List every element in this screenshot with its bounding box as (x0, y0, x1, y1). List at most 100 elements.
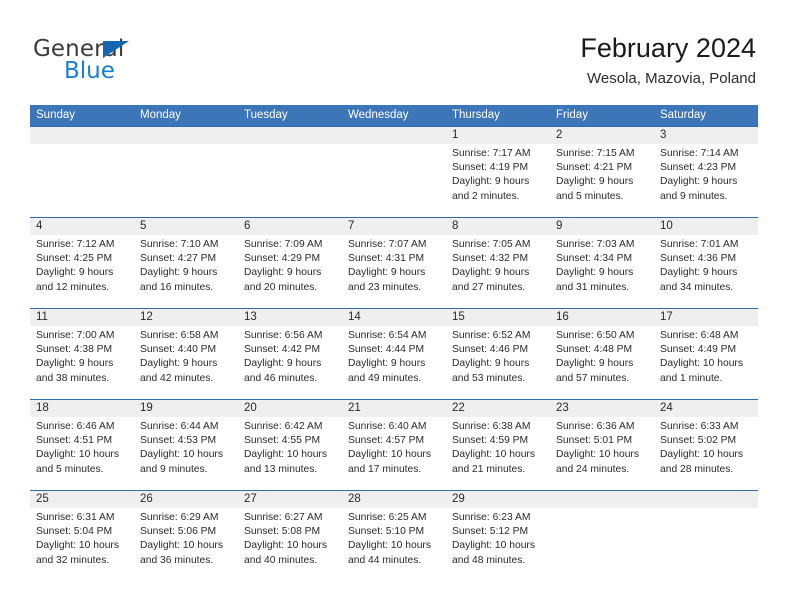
day-number: 20 (244, 402, 257, 414)
daylight-text: Daylight: 9 hours (660, 267, 738, 279)
day-details: Sunrise: 7:00 AM Sunset: 4:38 PM Dayligh… (36, 329, 128, 386)
day-number: 4 (36, 220, 43, 232)
daylight-text: Daylight: 10 hours (36, 540, 119, 552)
day-cell[interactable] (238, 127, 342, 217)
sunset-text: Sunset: 4:19 PM (452, 162, 529, 174)
day-details: Sunrise: 7:14 AM Sunset: 4:23 PM Dayligh… (660, 147, 752, 204)
day-cell[interactable]: 29 Sunrise: 6:23 AM Sunset: 5:12 PM Dayl… (446, 491, 550, 581)
daylight-text-cont: and 5 minutes. (36, 463, 104, 475)
day-details: Sunrise: 6:36 AM Sunset: 5:01 PM Dayligh… (556, 420, 648, 477)
sunset-text: Sunset: 5:08 PM (244, 526, 321, 538)
title-block: February 2024 Wesola, Mazovia, Poland (580, 32, 756, 90)
sunset-text: Sunset: 4:42 PM (244, 344, 321, 356)
day-cell[interactable]: 28 Sunrise: 6:25 AM Sunset: 5:10 PM Dayl… (342, 491, 446, 581)
day-number: 18 (36, 402, 49, 414)
sunrise-text: Sunrise: 7:14 AM (660, 148, 739, 159)
sunset-text: Sunset: 4:31 PM (348, 253, 425, 265)
day-cell[interactable]: 9 Sunrise: 7:03 AM Sunset: 4:34 PM Dayli… (550, 218, 654, 308)
triangle-icon (103, 41, 129, 58)
day-cell[interactable]: 16 Sunrise: 6:50 AM Sunset: 4:48 PM Dayl… (550, 309, 654, 399)
sunrise-text: Sunrise: 6:27 AM (244, 512, 323, 523)
daylight-text-cont: and 21 minutes. (452, 463, 526, 475)
day-cell[interactable]: 13 Sunrise: 6:56 AM Sunset: 4:42 PM Dayl… (238, 309, 342, 399)
day-cell[interactable]: 26 Sunrise: 6:29 AM Sunset: 5:06 PM Dayl… (134, 491, 238, 581)
day-cell[interactable]: 2 Sunrise: 7:15 AM Sunset: 4:21 PM Dayli… (550, 127, 654, 217)
day-cell[interactable] (342, 127, 446, 217)
day-cell[interactable]: 24 Sunrise: 6:33 AM Sunset: 5:02 PM Dayl… (654, 400, 758, 490)
sunset-text: Sunset: 4:51 PM (36, 435, 113, 447)
daylight-text: Daylight: 9 hours (36, 358, 114, 370)
daylight-text: Daylight: 9 hours (452, 176, 530, 188)
day-cell[interactable] (654, 491, 758, 581)
day-cell[interactable] (134, 127, 238, 217)
daylight-text-cont: and 48 minutes. (452, 554, 526, 566)
day-details: Sunrise: 7:09 AM Sunset: 4:29 PM Dayligh… (244, 238, 336, 295)
sunset-text: Sunset: 4:49 PM (660, 344, 737, 356)
sunset-text: Sunset: 4:38 PM (36, 344, 113, 356)
day-cell[interactable]: 23 Sunrise: 6:36 AM Sunset: 5:01 PM Dayl… (550, 400, 654, 490)
day-cell[interactable]: 6 Sunrise: 7:09 AM Sunset: 4:29 PM Dayli… (238, 218, 342, 308)
day-cell[interactable] (550, 491, 654, 581)
daylight-text-cont: and 49 minutes. (348, 372, 422, 384)
day-cell[interactable]: 15 Sunrise: 6:52 AM Sunset: 4:46 PM Dayl… (446, 309, 550, 399)
sunset-text: Sunset: 4:23 PM (660, 162, 737, 174)
daylight-text: Daylight: 10 hours (348, 449, 431, 461)
day-cell[interactable]: 7 Sunrise: 7:07 AM Sunset: 4:31 PM Dayli… (342, 218, 446, 308)
sunrise-text: Sunrise: 6:44 AM (140, 421, 219, 432)
sunrise-text: Sunrise: 7:12 AM (36, 239, 115, 250)
sunrise-text: Sunrise: 7:00 AM (36, 330, 115, 341)
day-number: 28 (348, 493, 361, 505)
day-cell[interactable]: 4 Sunrise: 7:12 AM Sunset: 4:25 PM Dayli… (30, 218, 134, 308)
weekday-tuesday: Tuesday (244, 109, 288, 121)
daylight-text-cont: and 53 minutes. (452, 372, 526, 384)
day-details: Sunrise: 6:44 AM Sunset: 4:53 PM Dayligh… (140, 420, 232, 477)
day-number: 13 (244, 311, 257, 323)
day-cell[interactable]: 17 Sunrise: 6:48 AM Sunset: 4:49 PM Dayl… (654, 309, 758, 399)
day-cell[interactable]: 19 Sunrise: 6:44 AM Sunset: 4:53 PM Dayl… (134, 400, 238, 490)
daylight-text: Daylight: 10 hours (36, 449, 119, 461)
day-details: Sunrise: 6:56 AM Sunset: 4:42 PM Dayligh… (244, 329, 336, 386)
weekday-header-row: Sunday Monday Tuesday Wednesday Thursday… (30, 105, 758, 126)
day-cell[interactable]: 14 Sunrise: 6:54 AM Sunset: 4:44 PM Dayl… (342, 309, 446, 399)
sunrise-text: Sunrise: 6:50 AM (556, 330, 635, 341)
day-number: 16 (556, 311, 569, 323)
day-details: Sunrise: 6:25 AM Sunset: 5:10 PM Dayligh… (348, 511, 440, 568)
day-details: Sunrise: 6:40 AM Sunset: 4:57 PM Dayligh… (348, 420, 440, 477)
day-details: Sunrise: 7:01 AM Sunset: 4:36 PM Dayligh… (660, 238, 752, 295)
day-cell[interactable]: 10 Sunrise: 7:01 AM Sunset: 4:36 PM Dayl… (654, 218, 758, 308)
sunrise-text: Sunrise: 7:15 AM (556, 148, 635, 159)
day-cell[interactable]: 22 Sunrise: 6:38 AM Sunset: 4:59 PM Dayl… (446, 400, 550, 490)
sunset-text: Sunset: 5:04 PM (36, 526, 113, 538)
day-number: 21 (348, 402, 361, 414)
daylight-text: Daylight: 10 hours (140, 540, 223, 552)
brand-logo[interactable]: General Blue (33, 36, 253, 92)
day-cell[interactable]: 20 Sunrise: 6:42 AM Sunset: 4:55 PM Dayl… (238, 400, 342, 490)
daylight-text: Daylight: 9 hours (244, 267, 322, 279)
day-cell[interactable]: 5 Sunrise: 7:10 AM Sunset: 4:27 PM Dayli… (134, 218, 238, 308)
sunrise-text: Sunrise: 7:10 AM (140, 239, 219, 250)
daylight-text-cont: and 28 minutes. (660, 463, 734, 475)
day-cell[interactable]: 12 Sunrise: 6:58 AM Sunset: 4:40 PM Dayl… (134, 309, 238, 399)
sunset-text: Sunset: 4:25 PM (36, 253, 113, 265)
day-cell[interactable]: 3 Sunrise: 7:14 AM Sunset: 4:23 PM Dayli… (654, 127, 758, 217)
day-cell[interactable]: 21 Sunrise: 6:40 AM Sunset: 4:57 PM Dayl… (342, 400, 446, 490)
day-cell[interactable]: 11 Sunrise: 7:00 AM Sunset: 4:38 PM Dayl… (30, 309, 134, 399)
sunrise-text: Sunrise: 7:05 AM (452, 239, 531, 250)
daylight-text-cont: and 9 minutes. (660, 190, 728, 202)
day-number: 27 (244, 493, 257, 505)
day-number: 22 (452, 402, 465, 414)
daylight-text: Daylight: 9 hours (348, 267, 426, 279)
day-cell[interactable]: 27 Sunrise: 6:27 AM Sunset: 5:08 PM Dayl… (238, 491, 342, 581)
sunset-text: Sunset: 4:53 PM (140, 435, 217, 447)
daylight-text-cont: and 5 minutes. (556, 190, 624, 202)
day-cell[interactable]: 18 Sunrise: 6:46 AM Sunset: 4:51 PM Dayl… (30, 400, 134, 490)
day-cell[interactable] (30, 127, 134, 217)
day-details: Sunrise: 6:27 AM Sunset: 5:08 PM Dayligh… (244, 511, 336, 568)
daylight-text: Daylight: 9 hours (452, 267, 530, 279)
day-cell[interactable]: 25 Sunrise: 6:31 AM Sunset: 5:04 PM Dayl… (30, 491, 134, 581)
daylight-text-cont: and 17 minutes. (348, 463, 422, 475)
weekday-wednesday: Wednesday (348, 109, 409, 121)
daylight-text: Daylight: 10 hours (348, 540, 431, 552)
day-cell[interactable]: 1 Sunrise: 7:17 AM Sunset: 4:19 PM Dayli… (446, 127, 550, 217)
day-cell[interactable]: 8 Sunrise: 7:05 AM Sunset: 4:32 PM Dayli… (446, 218, 550, 308)
